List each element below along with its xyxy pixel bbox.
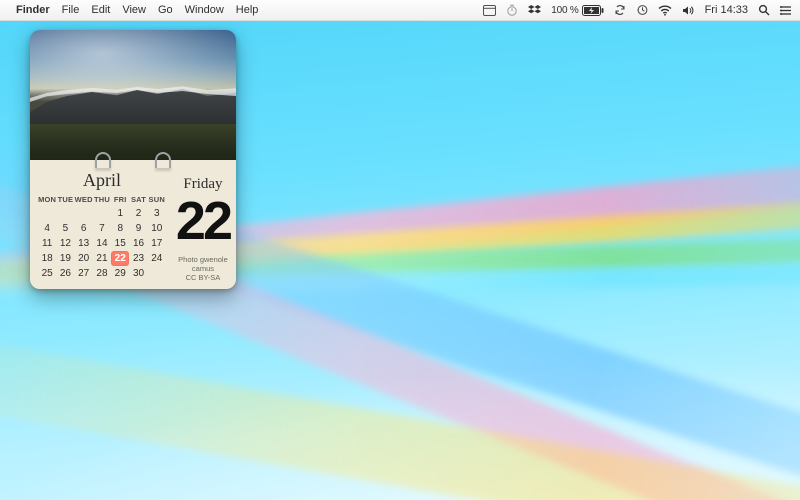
calendar-day-cell[interactable]: 2 (129, 206, 147, 221)
calendar-day-cell[interactable]: 17 (148, 236, 166, 251)
calendar-day-cell[interactable]: 13 (75, 236, 93, 251)
menu-bar: Finder File Edit View Go Window Help 100… (0, 0, 800, 21)
calendar-day-cell[interactable]: 11 (38, 236, 56, 251)
calendar-day-cell[interactable]: 12 (56, 236, 74, 251)
calendar-day-cell[interactable]: 18 (38, 251, 56, 266)
widget-today-panel: Friday 22 Photo gwenole camus CC BY-SA (172, 160, 236, 287)
calendar-day-cell[interactable]: 26 (56, 266, 74, 281)
widget-photo (30, 30, 236, 160)
menu-edit[interactable]: Edit (91, 4, 110, 16)
sync-menubar-icon[interactable] (614, 4, 626, 16)
menu-view[interactable]: View (122, 4, 146, 16)
calendar-dow-header: WED (75, 195, 93, 206)
calendar-day-cell[interactable]: 7 (93, 221, 111, 236)
calendar-day-cell[interactable]: 5 (56, 221, 74, 236)
widget-month-title: April (38, 170, 166, 191)
menu-window[interactable]: Window (185, 4, 224, 16)
calendar-day-cell[interactable]: 24 (148, 251, 166, 266)
calendar-day-cell[interactable]: 6 (75, 221, 93, 236)
calendar-dow-header: FRI (111, 195, 129, 206)
widget-calendar-pad: April MONTUEWEDTHUFRISATSUN ....12345678… (30, 160, 236, 289)
calendar-day-cell[interactable]: 22 (111, 251, 129, 266)
fantastical-menubar-icon[interactable] (483, 4, 496, 16)
calendar-day-cell[interactable]: 16 (129, 236, 147, 251)
dropbox-menubar-icon[interactable] (528, 4, 541, 16)
wifi-menubar-icon[interactable] (658, 5, 672, 16)
calendar-day-cell[interactable]: 3 (148, 206, 166, 221)
menu-app-name[interactable]: Finder (16, 4, 50, 16)
calendar-day-cell[interactable]: 28 (93, 266, 111, 281)
calendar-day-cell[interactable]: 19 (56, 251, 74, 266)
clock-label: Fri 14:33 (705, 4, 748, 16)
timer-menubar-icon[interactable] (506, 4, 518, 16)
notification-center-menubar-icon[interactable] (780, 5, 792, 16)
calendar-day-cell[interactable]: 10 (148, 221, 166, 236)
battery-percent-label: 100 % (551, 5, 578, 16)
widget-photo-credit: Photo gwenole camus CC BY-SA (176, 255, 230, 283)
calendar-day-cell[interactable]: 9 (129, 221, 147, 236)
calendar-day-cell: . (93, 206, 111, 221)
calendar-day-cell[interactable]: 29 (111, 266, 129, 281)
calendar-day-cell[interactable]: 27 (75, 266, 93, 281)
widget-month-calendar: April MONTUEWEDTHUFRISATSUN ....12345678… (30, 160, 172, 289)
menubar-clock[interactable]: Fri 14:33 (705, 4, 748, 16)
calendar-dow-header: TUE (56, 195, 74, 206)
calendar-day-cell[interactable]: 23 (129, 251, 147, 266)
menu-file[interactable]: File (62, 4, 80, 16)
desktop-calendar-widget[interactable]: April MONTUEWEDTHUFRISATSUN ....12345678… (30, 30, 236, 289)
calendar-day-cell[interactable]: 21 (93, 251, 111, 266)
calendar-day-cell[interactable]: 14 (93, 236, 111, 251)
widget-today-daynum: 22 (176, 197, 230, 247)
calendar-day-cell[interactable]: 15 (111, 236, 129, 251)
menu-help[interactable]: Help (236, 4, 259, 16)
battery-status[interactable]: 100 % (551, 5, 603, 16)
calendar-day-cell[interactable]: 1 (111, 206, 129, 221)
volume-menubar-icon[interactable] (682, 5, 695, 16)
calendar-day-cell[interactable]: 4 (38, 221, 56, 236)
calendar-dow-header: SAT (129, 195, 147, 206)
calendar-day-cell: . (148, 266, 166, 281)
menu-go[interactable]: Go (158, 4, 173, 16)
calendar-day-cell[interactable]: 30 (129, 266, 147, 281)
calendar-day-cell[interactable]: 8 (111, 221, 129, 236)
calendar-day-cell: . (38, 206, 56, 221)
calendar-dow-header: THU (93, 195, 111, 206)
calendar-dow-header: MON (38, 195, 56, 206)
calendar-day-cell: . (75, 206, 93, 221)
spotlight-menubar-icon[interactable] (758, 4, 770, 16)
calendar-dow-header: SUN (148, 195, 166, 206)
timemachine-menubar-icon[interactable] (636, 4, 648, 16)
calendar-day-cell[interactable]: 20 (75, 251, 93, 266)
calendar-day-cell[interactable]: 25 (38, 266, 56, 281)
calendar-day-cell: . (56, 206, 74, 221)
